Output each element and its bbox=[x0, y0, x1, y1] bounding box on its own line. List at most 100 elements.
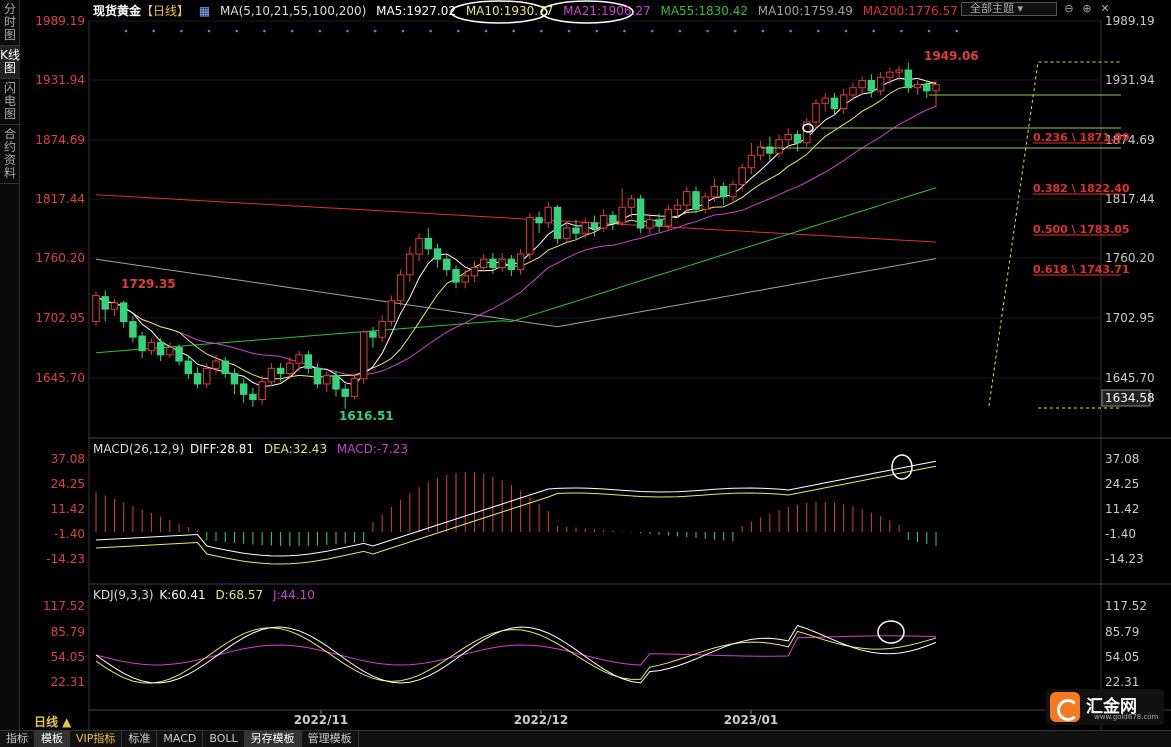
candle-body bbox=[572, 227, 580, 234]
candle-body bbox=[323, 375, 331, 385]
tab-boll[interactable]: BOLL bbox=[203, 731, 245, 747]
manage-templates-button[interactable]: 管理模板 bbox=[302, 731, 359, 747]
candle-body bbox=[424, 237, 433, 250]
gold678-logo: 汇金网 www.gold678.com bbox=[1046, 689, 1164, 725]
macd-tick-left: -1.40 bbox=[54, 527, 85, 541]
tab-macd[interactable]: MACD bbox=[157, 731, 204, 747]
candle-body bbox=[433, 248, 442, 260]
candle-body bbox=[858, 79, 866, 89]
candle-body bbox=[212, 360, 220, 369]
candle-body bbox=[479, 258, 488, 269]
save-template-button[interactable]: 另存模板 bbox=[244, 731, 302, 747]
period-selector[interactable]: 日线 ▲ bbox=[34, 713, 71, 730]
macd-tick-left: 24.25 bbox=[51, 477, 85, 491]
candle-body bbox=[443, 258, 451, 271]
symbol-name: 现货黄金 bbox=[93, 4, 142, 18]
macd-tick-right: -14.23 bbox=[1105, 552, 1144, 566]
signal-dot bbox=[373, 29, 377, 33]
macd-diff: DIFF:28.81 bbox=[189, 442, 255, 456]
candle-body bbox=[636, 198, 645, 229]
period-tag: 【日线】 bbox=[141, 4, 190, 18]
candle-body bbox=[839, 94, 848, 110]
time-label: 2022/12 bbox=[514, 713, 568, 727]
chevron-down-icon: ▾ bbox=[1017, 2, 1024, 15]
candle-body bbox=[664, 208, 673, 227]
candle-body bbox=[304, 354, 313, 369]
tab-flash[interactable]: 闪电图 bbox=[0, 79, 20, 125]
ma100-value: MA100:1759.49 bbox=[757, 4, 853, 18]
candle-body bbox=[729, 183, 737, 198]
plus-icon[interactable]: ⊕ bbox=[1079, 1, 1095, 17]
signal-dot bbox=[346, 29, 349, 33]
candle-body bbox=[747, 154, 756, 169]
indicator-settings-icon[interactable]: ▦ bbox=[199, 4, 210, 18]
candle-body bbox=[258, 381, 266, 401]
candle-body bbox=[692, 191, 700, 210]
candle-body bbox=[627, 198, 636, 208]
chart-area[interactable]: 1989.19 1989.19 1931.94 1931.94 1874.69 1874.… bbox=[21, 0, 1171, 730]
current-price-label: 1634.58 bbox=[1105, 391, 1155, 405]
kdj-d: D:68.57 bbox=[215, 588, 264, 602]
signal-dot bbox=[152, 29, 155, 33]
signal-dot bbox=[484, 29, 488, 33]
minus-icon[interactable]: ⊖ bbox=[1061, 1, 1077, 17]
theme-select[interactable]: 全部主题 ▾ bbox=[961, 2, 1057, 16]
candle-body bbox=[498, 258, 506, 269]
macd-label: MACD(26,12,9) bbox=[93, 442, 185, 456]
tab-standard[interactable]: 标准 bbox=[122, 731, 158, 747]
close-icon[interactable]: ✕ bbox=[1097, 1, 1113, 17]
signal-dot bbox=[290, 29, 294, 33]
tab-intraday[interactable]: 分时图 bbox=[0, 0, 20, 46]
signal-dot bbox=[761, 29, 765, 33]
kdj-tick-left: 22.31 bbox=[51, 675, 85, 689]
tab-indicators[interactable]: 指标 bbox=[0, 731, 35, 747]
price-tick-left: 1817.44 bbox=[35, 192, 85, 206]
candle-body bbox=[184, 360, 193, 375]
time-label: 2022/11 bbox=[294, 713, 348, 727]
candle-body bbox=[276, 367, 285, 375]
candle-body bbox=[923, 84, 931, 92]
time-label: 2023/01 bbox=[724, 713, 778, 727]
candle-body bbox=[535, 217, 543, 224]
candle-body bbox=[507, 258, 516, 271]
candle-body bbox=[812, 102, 820, 123]
kline-chart[interactable]: 1989.19 1989.191931.94 1931.941874.69 1874.… bbox=[21, 0, 1171, 730]
signal-dot bbox=[429, 29, 432, 33]
candle-body bbox=[461, 275, 469, 283]
candle-body bbox=[396, 274, 405, 302]
candle-body bbox=[913, 84, 922, 89]
annotation-circle-kdj bbox=[877, 620, 905, 644]
ma10-value: MA10:1930.77 bbox=[465, 4, 554, 18]
tab-contract-info[interactable]: 合约资料 bbox=[0, 125, 20, 184]
kdj-tick-right: 54.05 bbox=[1105, 650, 1139, 664]
candle-body bbox=[599, 215, 608, 229]
price-header: 现货黄金【日线】 ▦ MA(5,10,21,55,100,200) MA5:19… bbox=[93, 2, 964, 19]
candle-body bbox=[166, 347, 174, 356]
candle-body bbox=[129, 321, 137, 338]
high-label: 1949.06 bbox=[924, 49, 979, 63]
signal-dot bbox=[512, 29, 515, 33]
price-tick-left: 1931.94 bbox=[35, 73, 85, 87]
signal-dot bbox=[207, 29, 211, 33]
kdj-tick-right: 85.79 bbox=[1105, 625, 1139, 639]
candle-body bbox=[341, 388, 349, 397]
tab-vip-indicators[interactable]: VIP指标 bbox=[70, 731, 123, 747]
candle-body bbox=[609, 215, 617, 224]
candle-body bbox=[784, 133, 793, 141]
candle-body bbox=[544, 206, 553, 224]
price-tick-left: 1989.19 bbox=[35, 14, 85, 28]
candle-body bbox=[719, 185, 728, 198]
tab-templates[interactable]: 模板 bbox=[35, 731, 70, 747]
left-view-tabs: 分时图 K线图 闪电图 合约资料 bbox=[0, 0, 20, 730]
kdj-tick-right: 117.52 bbox=[1105, 599, 1147, 613]
macd-tick-right: -1.40 bbox=[1105, 527, 1136, 541]
signal-dot bbox=[318, 29, 322, 33]
signal-dot bbox=[733, 29, 737, 33]
candle-body bbox=[387, 300, 396, 323]
macd-tick-left: 37.08 bbox=[51, 452, 85, 466]
logo-url: www.gold678.com bbox=[1094, 713, 1159, 721]
candle-body bbox=[175, 347, 183, 362]
candle-body bbox=[230, 373, 239, 385]
candle-body bbox=[350, 378, 359, 397]
tab-kline[interactable]: K线图 bbox=[0, 46, 20, 79]
